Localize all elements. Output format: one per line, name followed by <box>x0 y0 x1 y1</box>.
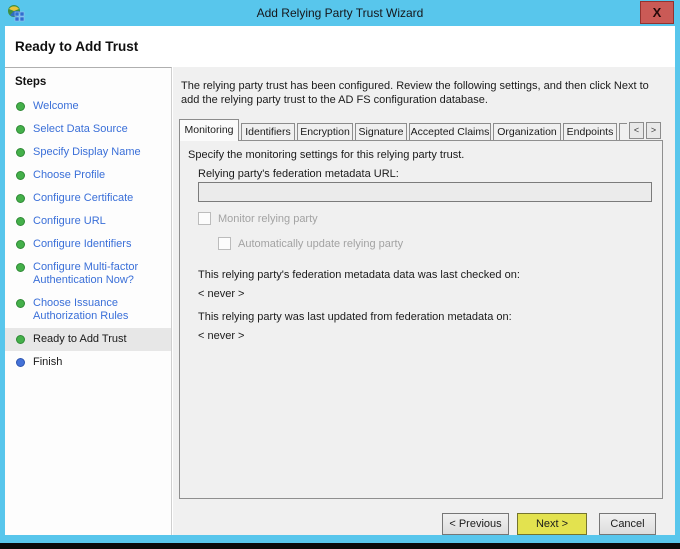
wizard-window: Add Relying Party Trust Wizard X Ready t… <box>0 0 680 543</box>
checkbox-icon <box>218 237 231 250</box>
step-label: Specify Display Name <box>33 146 141 159</box>
wizard-button-row: < Previous Next > Cancel <box>173 513 675 535</box>
last-checked-value: < never > <box>198 288 244 300</box>
tab-encryption[interactable]: Encryption <box>297 123 353 141</box>
step-status-icon <box>16 263 25 272</box>
screenshot-root: Add Relying Party Trust Wizard X Ready t… <box>0 0 680 549</box>
cancel-button[interactable]: Cancel <box>599 513 656 535</box>
sidebar-step-specify-display-name[interactable]: Specify Display Name <box>5 141 171 164</box>
sidebar-step-configure-identifiers[interactable]: Configure Identifiers <box>5 233 171 256</box>
tab-scroll-left-button[interactable]: < <box>629 122 644 139</box>
step-status-icon <box>16 102 25 111</box>
step-label: Finish <box>33 356 62 369</box>
step-label: Ready to Add Trust <box>33 333 127 346</box>
monitor-relying-party-checkbox[interactable]: Monitor relying party <box>198 212 318 225</box>
tab-notes[interactable]: Notes <box>619 123 627 141</box>
chevron-right-icon: > <box>651 125 656 135</box>
step-status-icon <box>16 240 25 249</box>
chevron-left-icon: < <box>634 125 639 135</box>
content-pane: The relying party trust has been configu… <box>173 67 675 535</box>
previous-button[interactable]: < Previous <box>442 513 509 535</box>
auto-update-relying-party-checkbox[interactable]: Automatically update relying party <box>218 237 403 250</box>
last-checked-label: This relying party's federation metadata… <box>198 269 520 281</box>
step-status-icon <box>16 125 25 134</box>
step-label: Select Data Source <box>33 123 128 136</box>
monitoring-instruction: Specify the monitoring settings for this… <box>188 149 464 161</box>
window-title: Add Relying Party Trust Wizard <box>0 6 680 20</box>
checkbox-label: Monitor relying party <box>218 213 318 225</box>
last-updated-label: This relying party was last updated from… <box>198 311 512 323</box>
sidebar-step-finish[interactable]: Finish <box>5 351 171 374</box>
tab-clip: MonitoringIdentifiersEncryptionSignature… <box>179 119 627 141</box>
next-button[interactable]: Next > <box>517 513 587 535</box>
sidebar-step-configure-certificate[interactable]: Configure Certificate <box>5 187 171 210</box>
sidebar-step-configure-multi-factor-authentication-now[interactable]: Configure Multi-factor Authentication No… <box>5 256 171 292</box>
tab-organization[interactable]: Organization <box>493 123 561 141</box>
dialog-body: Ready to Add Trust Steps Welcome Select D… <box>5 26 675 535</box>
intro-text: The relying party trust has been configu… <box>181 79 667 107</box>
adfs-wizard-icon <box>7 4 25 22</box>
tab-strip: MonitoringIdentifiersEncryptionSignature… <box>179 119 663 141</box>
close-button[interactable]: X <box>640 1 674 24</box>
steps-sidebar: Steps Welcome Select Data Source Specify D… <box>5 67 172 535</box>
sidebar-step-select-data-source[interactable]: Select Data Source <box>5 118 171 141</box>
step-label: Choose Profile <box>33 169 105 182</box>
tab-identifiers[interactable]: Identifiers <box>241 123 295 141</box>
checkbox-icon <box>198 212 211 225</box>
step-label: Choose Issuance Authorization Rules <box>33 297 155 323</box>
sidebar-step-ready-to-add-trust[interactable]: Ready to Add Trust <box>5 328 171 351</box>
tab-accepted-claims[interactable]: Accepted Claims <box>409 123 491 141</box>
window-bottom-border <box>0 535 680 543</box>
tab-signature[interactable]: Signature <box>355 123 407 141</box>
step-label: Configure Multi-factor Authentication No… <box>33 261 155 287</box>
checkbox-label: Automatically update relying party <box>238 238 403 250</box>
step-status-icon <box>16 358 25 367</box>
page-header: Ready to Add Trust <box>5 26 675 67</box>
sidebar-step-choose-profile[interactable]: Choose Profile <box>5 164 171 187</box>
monitoring-tab-panel: Specify the monitoring settings for this… <box>179 140 663 499</box>
step-label: Configure Certificate <box>33 192 133 205</box>
metadata-url-input[interactable] <box>198 182 652 202</box>
sidebar-step-configure-url[interactable]: Configure URL <box>5 210 171 233</box>
last-updated-value: < never > <box>198 330 244 342</box>
tab-monitoring[interactable]: Monitoring <box>179 119 239 141</box>
step-label: Configure Identifiers <box>33 238 131 251</box>
metadata-url-label: Relying party's federation metadata URL: <box>198 168 399 180</box>
tab-scroll-right-button[interactable]: > <box>646 122 661 139</box>
step-status-icon <box>16 194 25 203</box>
step-label: Welcome <box>33 100 79 113</box>
step-status-icon <box>16 148 25 157</box>
step-status-icon <box>16 335 25 344</box>
steps-list: Welcome Select Data Source Specify Display… <box>5 95 171 374</box>
close-icon: X <box>653 5 662 20</box>
tab-endpoints[interactable]: Endpoints <box>563 123 617 141</box>
step-status-icon <box>16 171 25 180</box>
screen-edge <box>0 543 680 549</box>
page-title: Ready to Add Trust <box>5 26 675 54</box>
step-status-icon <box>16 299 25 308</box>
sidebar-step-choose-issuance-authorization-rules[interactable]: Choose Issuance Authorization Rules <box>5 292 171 328</box>
step-label: Configure URL <box>33 215 106 228</box>
title-bar: Add Relying Party Trust Wizard X <box>0 0 680 26</box>
steps-heading: Steps <box>5 68 171 95</box>
sidebar-step-welcome[interactable]: Welcome <box>5 95 171 118</box>
step-status-icon <box>16 217 25 226</box>
